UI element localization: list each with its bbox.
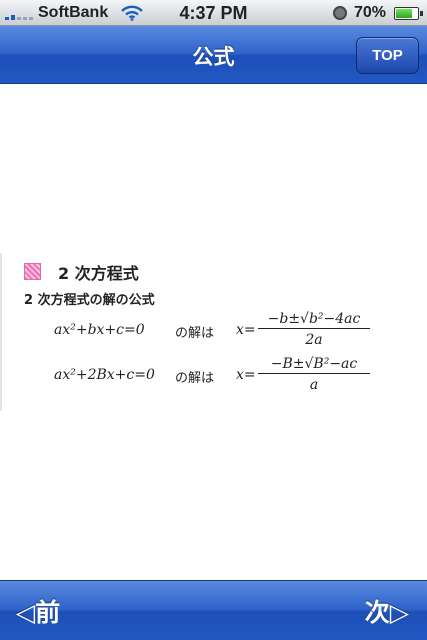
section-marker-icon: [24, 263, 41, 280]
solution-variable: x=: [236, 367, 256, 383]
equation: ax²+bx+c=0: [54, 322, 145, 338]
section-heading: 2 次方程式: [58, 264, 139, 283]
solution-fraction: −B±√B²−ac a: [258, 354, 370, 396]
equation: ax²+2Bx+c=0: [54, 367, 155, 383]
alarm-clock-icon: [333, 6, 347, 20]
battery-percentage: 70%: [354, 4, 387, 21]
formula-subheading: 2 次方程式の解の公式: [24, 293, 155, 308]
previous-button[interactable]: ◁前: [16, 593, 60, 629]
bottom-toolbar: ◁前 次▷: [0, 580, 427, 640]
fraction-numerator: −b±√b²−4ac: [258, 309, 370, 329]
content-area: 2 次方程式 2 次方程式の解の公式 ax²+bx+c=0 の解は x= −b±…: [0, 85, 427, 580]
next-button[interactable]: 次▷: [365, 593, 409, 629]
battery-icon: [394, 7, 419, 20]
solution-variable: x=: [236, 322, 256, 338]
solution-fraction: −b±√b²−4ac 2a: [258, 309, 370, 351]
status-bar: SoftBank 4:37 PM 70%: [0, 0, 427, 26]
fraction-denominator: 2a: [305, 332, 323, 348]
top-button[interactable]: TOP: [356, 37, 419, 74]
solution-connector: の解は: [175, 326, 215, 341]
battery-tip: [420, 11, 423, 16]
fraction-denominator: a: [309, 377, 319, 393]
formula-panel: 2 次方程式 2 次方程式の解の公式 ax²+bx+c=0 の解は x= −b±…: [0, 253, 427, 411]
fraction-numerator: −B±√B²−ac: [258, 354, 370, 374]
formula-row: ax²+2Bx+c=0 の解は x= −B±√B²−ac a: [54, 354, 414, 398]
solution-connector: の解は: [175, 371, 215, 386]
formula-row: ax²+bx+c=0 の解は x= −b±√b²−4ac 2a: [54, 309, 414, 353]
navigation-bar: 公式 TOP: [0, 26, 427, 84]
